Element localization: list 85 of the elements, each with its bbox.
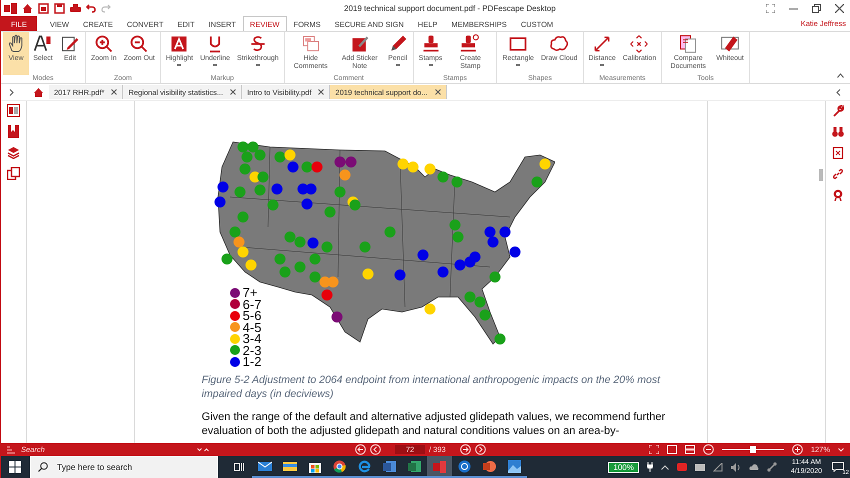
scrollbar-thumb[interactable] — [819, 169, 824, 181]
window-title: 2019 technical support document.pdf - PDFescape Desktop — [344, 4, 556, 12]
documents-icon — [678, 34, 698, 54]
binoculars-icon[interactable] — [832, 126, 844, 138]
save-icon[interactable] — [54, 2, 65, 14]
wifi-icon[interactable] — [712, 462, 723, 472]
close-icon[interactable] — [835, 4, 844, 12]
close-icon[interactable] — [434, 89, 441, 95]
legend-label: 5-6 — [242, 310, 262, 322]
browser-icon[interactable] — [333, 460, 346, 472]
network-icon[interactable] — [766, 462, 777, 472]
battery-level[interactable]: 100% — [608, 462, 639, 472]
highlight-icon — [169, 34, 190, 54]
app-logo-icon[interactable] — [4, 2, 17, 14]
single-page-icon[interactable] — [666, 445, 677, 454]
two-page-icon[interactable] — [684, 445, 695, 454]
legend-label: 7+ — [242, 287, 258, 298]
speaker-icon[interactable] — [730, 462, 741, 472]
presentation-app-icon[interactable] — [483, 460, 496, 472]
wrench-icon[interactable] — [832, 105, 844, 117]
slider-thumb[interactable] — [750, 446, 756, 453]
stamp-icon — [460, 34, 480, 54]
last-page-icon[interactable] — [474, 444, 486, 455]
link-icon[interactable] — [832, 168, 844, 180]
restore-icon[interactable] — [812, 4, 821, 12]
document-app-icon[interactable] — [383, 460, 396, 472]
caret-icon[interactable] — [838, 448, 844, 452]
legend-label: 1-2 — [242, 356, 262, 368]
eraser-icon — [720, 34, 740, 54]
diagonal-arrow-icon — [592, 34, 612, 54]
cloud-icon[interactable] — [748, 463, 759, 471]
legend-label: 2-3 — [242, 344, 262, 356]
close-icon[interactable] — [111, 89, 118, 95]
badge-icon[interactable] — [832, 189, 844, 201]
fullscreen-icon[interactable] — [766, 4, 775, 12]
pages-icon[interactable] — [6, 167, 20, 180]
stamp-icon — [420, 34, 441, 54]
edit-icon — [60, 34, 80, 54]
sticky-note-icon — [350, 34, 370, 54]
zoom-out-icon[interactable] — [702, 444, 714, 455]
photos-app-icon[interactable] — [508, 460, 521, 472]
legend-label: 3-4 — [242, 333, 262, 344]
plug-icon[interactable] — [646, 462, 653, 472]
taskbar-search-field[interactable]: Type here to search — [30, 456, 218, 478]
print-icon[interactable] — [70, 2, 81, 14]
search-icon — [38, 462, 48, 472]
cloud-icon — [549, 34, 570, 54]
spreadsheet-app-icon[interactable] — [408, 460, 421, 472]
next-page-icon[interactable] — [460, 444, 471, 455]
circle-app-icon[interactable] — [458, 460, 471, 472]
collapse-icon[interactable] — [837, 73, 844, 78]
figure-caption: Figure 5-2 Adjustment to 2064 endpoint from international anthropogenic impacts on the 20% most impaired days (in deciviews) — [202, 373, 662, 401]
zoom-out-icon — [129, 34, 150, 54]
bookmark-icon[interactable] — [6, 125, 20, 138]
task-view-icon[interactable] — [234, 462, 244, 472]
fit-page-icon[interactable] — [648, 445, 659, 454]
home-icon[interactable] — [33, 86, 44, 98]
previous-page-icon[interactable] — [370, 444, 381, 455]
first-page-icon[interactable] — [355, 444, 366, 455]
chevron-right-icon[interactable] — [9, 88, 14, 96]
chevron-left-icon[interactable] — [836, 88, 841, 96]
crosshair-icon — [629, 34, 650, 54]
layers-icon[interactable] — [6, 146, 20, 159]
folder-icon[interactable] — [282, 460, 296, 472]
text-select-icon — [33, 34, 53, 54]
legend-label: 4-5 — [242, 322, 262, 333]
windows-logo-icon[interactable] — [9, 461, 21, 473]
app-tray-icon[interactable] — [676, 463, 687, 471]
mail-icon[interactable] — [258, 460, 272, 472]
chevrons-icon[interactable] — [197, 446, 209, 452]
close-icon[interactable] — [318, 89, 324, 95]
document-icon[interactable] — [832, 147, 844, 159]
chevron-up-icon[interactable] — [660, 464, 669, 470]
open-icon[interactable] — [38, 2, 49, 14]
zoom-in-icon[interactable] — [792, 444, 803, 455]
notification-icon — [832, 462, 844, 472]
close-icon[interactable] — [230, 89, 236, 95]
legend-label: 6-7 — [242, 298, 262, 310]
home-icon[interactable] — [22, 2, 33, 14]
thumbnails-icon[interactable] — [6, 104, 20, 117]
zoom-in-icon — [94, 34, 114, 54]
comments-icon — [300, 34, 321, 54]
undo-icon[interactable] — [86, 3, 96, 13]
panel-icon[interactable] — [7, 446, 15, 454]
body-paragraph: Given the range of the default and alternative adjusted glidepath values, we recommend further evaluation of both the adjusted glidepath and natural conditions values on an area-by- — [202, 410, 666, 438]
